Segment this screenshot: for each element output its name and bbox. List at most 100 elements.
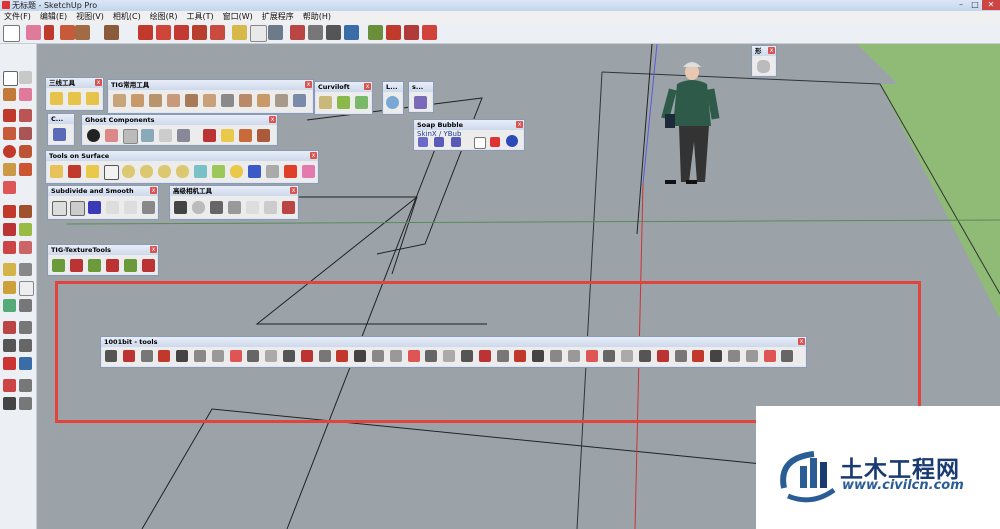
menu-file[interactable]: 文件(F) — [0, 11, 36, 23]
curviloft-1-icon[interactable] — [319, 96, 332, 109]
tos-9-icon[interactable] — [194, 165, 207, 178]
tos-14-icon[interactable] — [284, 165, 297, 178]
menu-camera[interactable]: 相机(C) — [109, 11, 146, 23]
push-pull-side-icon[interactable] — [19, 205, 32, 218]
tos-15-icon[interactable] — [302, 165, 315, 178]
line-icon[interactable] — [3, 109, 16, 122]
zoom-side-icon[interactable] — [3, 339, 16, 352]
freehand-icon[interactable] — [19, 109, 32, 122]
tos-7-icon[interactable] — [158, 165, 171, 178]
subd-2-icon[interactable] — [70, 201, 85, 216]
position-camera-icon[interactable] — [3, 379, 16, 392]
dimension-icon[interactable] — [19, 263, 32, 276]
ghost-3-icon[interactable] — [123, 129, 138, 144]
menu-window[interactable]: 窗口(W) — [219, 11, 258, 23]
offset-side-icon[interactable] — [19, 241, 32, 254]
camera-4-icon[interactable] — [228, 201, 241, 214]
orbit-icon[interactable] — [290, 25, 305, 40]
menu-draw[interactable]: 绘图(R) — [146, 11, 183, 23]
subd-6-icon[interactable] — [142, 201, 155, 214]
arc-3pt-icon[interactable] — [3, 181, 16, 194]
menu-edit[interactable]: 编辑(E) — [36, 11, 72, 23]
push-pull-icon[interactable] — [75, 25, 90, 40]
menu-help[interactable]: 帮助(H) — [299, 11, 336, 23]
tig-tool-3-icon[interactable] — [149, 94, 162, 107]
soap-2-icon[interactable] — [434, 137, 444, 147]
subd-1-icon[interactable] — [52, 201, 67, 216]
tig-tool-10-icon[interactable] — [275, 94, 288, 107]
components-icon[interactable] — [386, 25, 401, 40]
tos-5-icon[interactable] — [122, 165, 135, 178]
line-tool-2-icon[interactable] — [68, 92, 81, 105]
move-icon[interactable] — [138, 25, 153, 40]
panel-sanxian-close[interactable]: x — [95, 79, 102, 86]
subd-4-icon[interactable] — [106, 201, 119, 214]
scale-icon[interactable] — [3, 241, 16, 254]
soap-3-icon[interactable] — [451, 137, 461, 147]
tape-measure-icon[interactable] — [232, 25, 247, 40]
panel-curviloft-close[interactable]: x — [364, 83, 371, 90]
tig-tool-11-icon[interactable] — [293, 94, 306, 107]
camera-2-icon[interactable] — [192, 201, 205, 214]
help-icon[interactable] — [506, 135, 518, 147]
ghost-9-icon[interactable] — [239, 129, 252, 142]
polygon-icon[interactable] — [19, 145, 32, 158]
tos-6-icon[interactable] — [140, 165, 153, 178]
ghost-bomb-icon[interactable] — [87, 129, 100, 142]
cylinder-icon[interactable] — [757, 60, 770, 73]
protractor-icon[interactable] — [3, 281, 16, 294]
panel-texture-close[interactable]: x — [150, 246, 157, 253]
line-tool-3-icon[interactable] — [86, 92, 99, 105]
tig-tool-1-icon[interactable] — [113, 94, 126, 107]
zoom-extents-side-icon[interactable] — [3, 357, 16, 370]
line-tool-1-icon[interactable] — [50, 92, 63, 105]
circle-icon[interactable] — [3, 145, 16, 158]
camera-1-icon[interactable] — [174, 201, 187, 214]
orbit-side-icon[interactable] — [3, 321, 16, 334]
tape-side-icon[interactable] — [3, 263, 16, 276]
panel-tig-common-close[interactable]: x — [305, 81, 312, 88]
look-around-icon[interactable] — [19, 379, 32, 392]
warehouse-icon[interactable] — [368, 25, 383, 40]
panel-soap-close[interactable]: x — [516, 121, 523, 128]
tos-4-icon[interactable] — [104, 165, 119, 180]
ghost-2-icon[interactable] — [105, 129, 118, 142]
tos-11-icon[interactable] — [230, 165, 243, 178]
texture-1-icon[interactable] — [52, 259, 65, 272]
play-icon[interactable] — [474, 137, 486, 149]
tos-13-icon[interactable] — [266, 165, 279, 178]
menu-tools[interactable]: 工具(T) — [183, 11, 219, 23]
offset-icon[interactable] — [210, 25, 225, 40]
text-icon[interactable] — [250, 25, 267, 42]
pan-icon[interactable] — [308, 25, 323, 40]
subd-3-icon[interactable] — [88, 201, 101, 214]
texture-5-icon[interactable] — [124, 259, 137, 272]
tos-10-icon[interactable] — [212, 165, 225, 178]
panel-shape-close[interactable]: x — [768, 47, 775, 54]
tos-2-icon[interactable] — [68, 165, 81, 178]
soap-1-icon[interactable] — [418, 137, 428, 147]
c-tool-icon[interactable] — [53, 128, 66, 141]
texture-6-icon[interactable] — [142, 259, 155, 272]
l-tool-icon[interactable] — [386, 96, 399, 109]
make-component-icon[interactable] — [19, 71, 32, 84]
rotated-rectangle-icon[interactable] — [19, 127, 32, 140]
pie-icon[interactable] — [19, 163, 32, 176]
pencil-icon[interactable] — [44, 25, 54, 40]
s-tool-icon[interactable] — [414, 96, 427, 109]
ghost-7-icon[interactable] — [203, 129, 216, 142]
minimize-button[interactable]: – — [954, 0, 968, 10]
extension-warehouse-icon[interactable] — [404, 25, 419, 40]
curviloft-3-icon[interactable] — [355, 96, 368, 109]
subd-5-icon[interactable] — [124, 201, 137, 214]
paint-icon[interactable] — [3, 88, 16, 101]
select-arrow-icon[interactable] — [3, 25, 20, 42]
camera-7-icon[interactable] — [282, 201, 295, 214]
tig-tool-9-icon[interactable] — [257, 94, 270, 107]
menu-view[interactable]: 视图(V) — [72, 11, 109, 23]
stop-icon[interactable] — [490, 137, 500, 147]
paint-bucket-icon[interactable] — [104, 25, 119, 40]
tig-tool-8-icon[interactable] — [239, 94, 252, 107]
rectangle-icon[interactable] — [60, 25, 75, 40]
share-model-icon[interactable] — [422, 25, 437, 40]
